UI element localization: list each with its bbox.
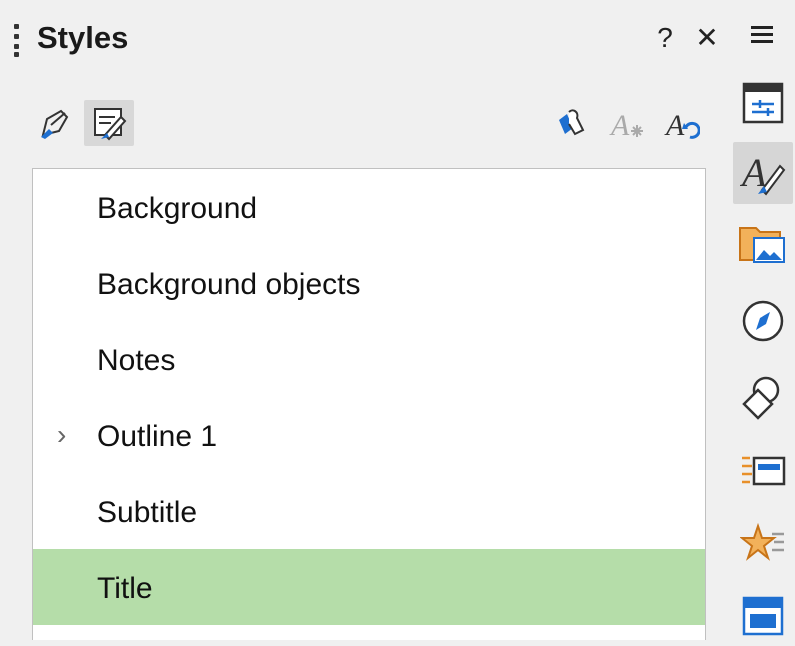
- style-item-label: Outline 1: [97, 420, 218, 453]
- tab-shapes[interactable]: [733, 366, 793, 428]
- new-style-from-selection-icon: A: [609, 109, 643, 141]
- master-slides-icon: [742, 596, 784, 636]
- presentation-styles-button[interactable]: [84, 100, 134, 146]
- tab-properties[interactable]: [733, 72, 793, 134]
- update-style-button[interactable]: A: [660, 100, 704, 146]
- style-item-background[interactable]: Background: [33, 169, 705, 245]
- tab-gallery[interactable]: [733, 212, 793, 274]
- style-item-label: Background: [97, 192, 258, 225]
- expand-chevron-icon[interactable]: ›: [57, 397, 66, 473]
- fill-format-mode-icon: [559, 109, 585, 136]
- help-button[interactable]: ?: [648, 20, 682, 56]
- fill-format-mode-button[interactable]: [548, 100, 592, 146]
- drawing-styles-button[interactable]: [30, 100, 80, 146]
- svg-text:A: A: [609, 109, 630, 141]
- close-button[interactable]: ✕: [690, 20, 724, 56]
- drawing-styles-icon: [41, 109, 69, 139]
- update-style-icon: A: [664, 109, 700, 141]
- slide-transition-icon: [740, 522, 784, 561]
- navigator-icon: [742, 300, 784, 342]
- drag-handle[interactable]: [14, 24, 20, 57]
- panel-title: Styles: [37, 20, 129, 55]
- svg-text:A: A: [664, 109, 685, 141]
- shapes-icon: [742, 376, 780, 420]
- style-item-label: Title: [97, 572, 153, 605]
- tab-master-slides[interactable]: [733, 584, 793, 646]
- new-style-from-selection-button[interactable]: A: [604, 100, 648, 146]
- style-item-notes[interactable]: Notes: [33, 321, 705, 397]
- tab-navigator[interactable]: [733, 290, 793, 352]
- style-item-subtitle[interactable]: Subtitle: [33, 473, 705, 549]
- tab-slide-transition[interactable]: [733, 512, 793, 574]
- style-item-label: Background objects: [97, 268, 361, 301]
- styles-icon: A: [740, 150, 786, 196]
- style-list[interactable]: Background Background objects Notes › Ou…: [32, 168, 706, 640]
- style-item-outline-1[interactable]: › Outline 1: [33, 397, 705, 473]
- styles-panel: Styles ? ✕ A A Background Background obj…: [0, 0, 725, 640]
- style-item-title[interactable]: Title: [33, 549, 705, 625]
- sidebar-tabbar: A: [725, 0, 795, 639]
- animation-icon: [742, 456, 786, 486]
- style-item-label: Notes: [97, 344, 176, 377]
- properties-icon: [742, 82, 784, 124]
- tab-animation[interactable]: [733, 440, 793, 502]
- style-item-background-objects[interactable]: Background objects: [33, 245, 705, 321]
- gallery-icon: [739, 227, 785, 263]
- tab-styles[interactable]: A: [733, 142, 793, 204]
- sidebar-menu-icon[interactable]: [751, 26, 773, 44]
- style-item-label: Subtitle: [97, 496, 198, 529]
- presentation-styles-icon: [94, 108, 127, 141]
